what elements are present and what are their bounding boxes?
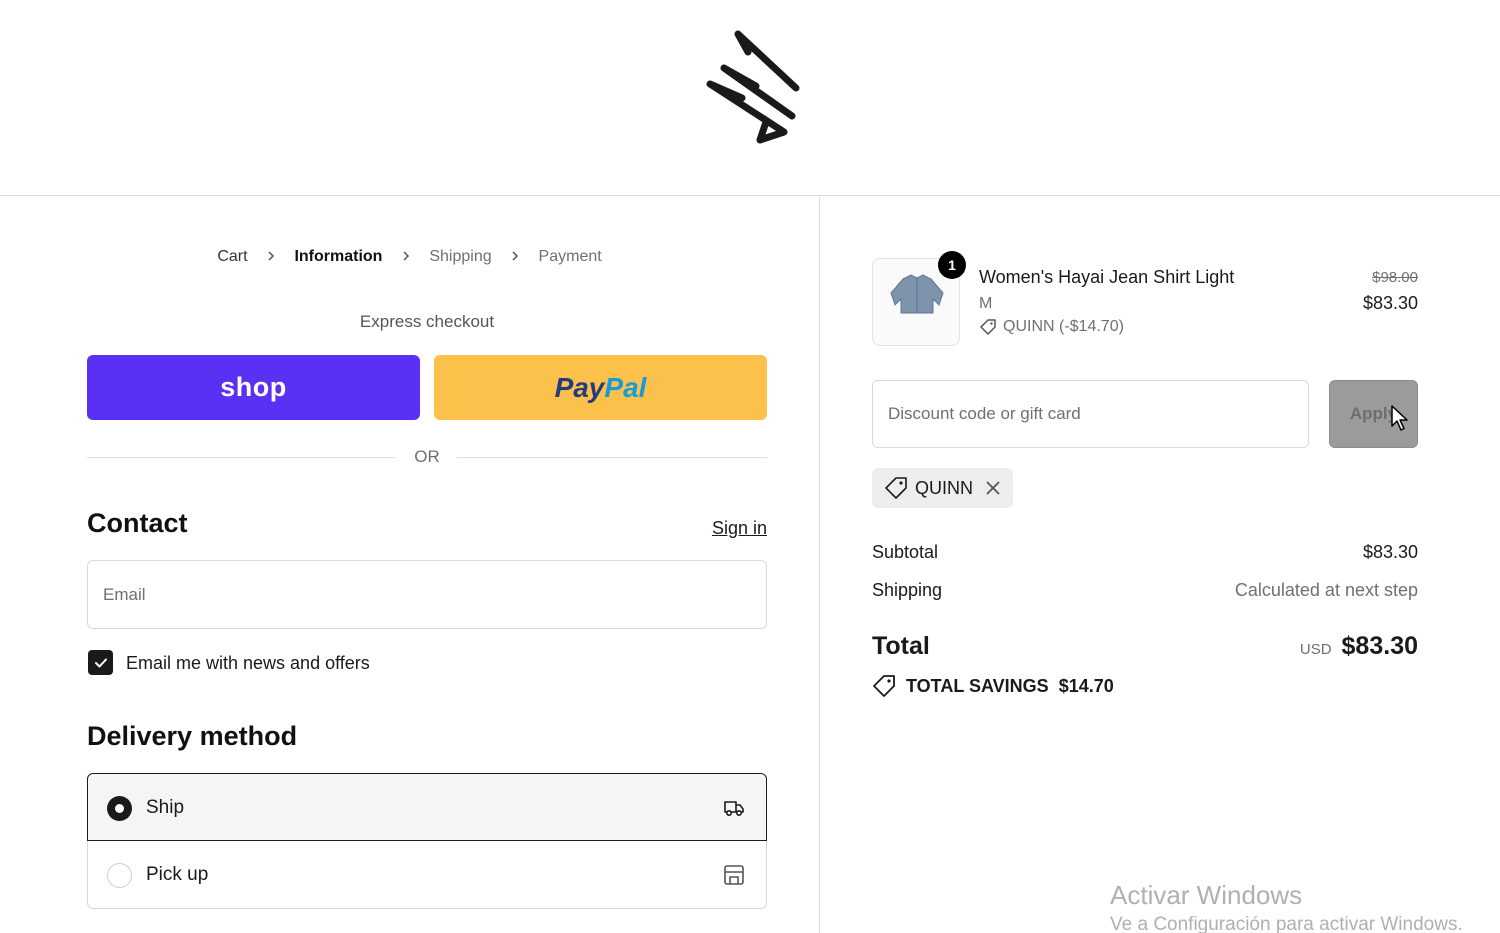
order-summary-panel: 1 Women's Hayai Jean Shirt Light M QUINN… [820,196,1500,933]
sign-in-link[interactable]: Sign in [712,518,767,539]
price-final: $83.30 [1362,293,1418,313]
breadcrumb: Cart Information Shipping Payment [0,248,819,266]
item-variant: M [979,295,993,312]
ship-radio[interactable] [107,796,132,821]
subtotal-value: $83.30 [1362,542,1418,562]
express-checkout-title: Express checkout [359,312,495,331]
or-text: OR [414,447,440,466]
price-original: $98.00 [1372,269,1418,286]
pickup-radio[interactable] [107,863,132,888]
brand-logo-icon[interactable] [700,28,804,148]
total-amount: $83.30 [1341,632,1418,660]
delivery-method-heading: Delivery method [87,721,298,751]
remove-discount-icon[interactable] [985,480,1001,496]
chevron-right-icon [403,251,409,261]
quantity-badge: 1 [938,251,966,279]
paypal-label: PayPal [555,372,647,404]
breadcrumb-information: Information [294,248,383,265]
tag-icon [873,675,895,697]
header [0,0,1500,196]
item-name: Women's Hayai Jean Shirt Light [979,267,1235,287]
newsletter-checkbox[interactable] [88,650,113,675]
total-label: Total [872,632,930,660]
item-discount-text: QUINN (-$14.70) [1003,318,1124,335]
contact-heading: Contact [87,508,188,538]
checkmark-icon [94,658,107,667]
applied-discount-chip: QUINN [872,468,1013,508]
shop-pay-label: shop [220,372,287,402]
total-savings: TOTAL SAVINGS $14.70 [872,674,1114,698]
savings-value: $14.70 [1058,675,1114,696]
newsletter-label: Email me with news and offers [126,653,370,673]
shipping-value: Calculated at next step [1234,580,1418,600]
total-value: USD $83.30 [1300,632,1418,661]
paypal-button[interactable]: PayPal [434,355,767,420]
windows-activation-watermark: Activar Windows [1110,880,1303,910]
delivery-option-ship[interactable]: Ship [87,773,767,841]
breadcrumb-payment: Payment [538,248,602,265]
email-input[interactable] [87,560,767,629]
truck-icon [724,801,744,817]
checkout-form-panel: Cart Information Shipping Payment Expres… [0,196,819,933]
paypal-label-pay: Pay [554,371,605,403]
ship-label: Ship [146,797,185,818]
paypal-label-pal: Pal [604,371,647,403]
delivery-option-pickup[interactable]: Pick up [87,841,767,909]
or-divider: OR [87,447,767,467]
tag-icon [980,319,996,335]
pickup-label: Pick up [146,864,209,885]
discount-code-input[interactable] [872,380,1309,448]
store-icon [724,865,744,885]
chevron-right-icon [512,251,519,261]
shipping-label: Shipping [872,580,943,600]
mouse-cursor-icon [1391,405,1408,431]
item-discount: QUINN (-$14.70) [979,318,1124,336]
applied-code: QUINN [915,477,973,498]
breadcrumb-cart[interactable]: Cart [217,248,247,266]
breadcrumb-shipping: Shipping [429,248,492,265]
subtotal-label: Subtotal [872,542,939,562]
currency-code: USD [1299,641,1332,658]
chevron-right-icon [268,251,275,261]
windows-activation-subtext: Ve a Configuración para activar Windows. [1110,914,1463,933]
shop-pay-button[interactable]: shop [87,355,420,420]
tag-icon [885,477,907,499]
savings-label: TOTAL SAVINGS [906,675,1049,696]
